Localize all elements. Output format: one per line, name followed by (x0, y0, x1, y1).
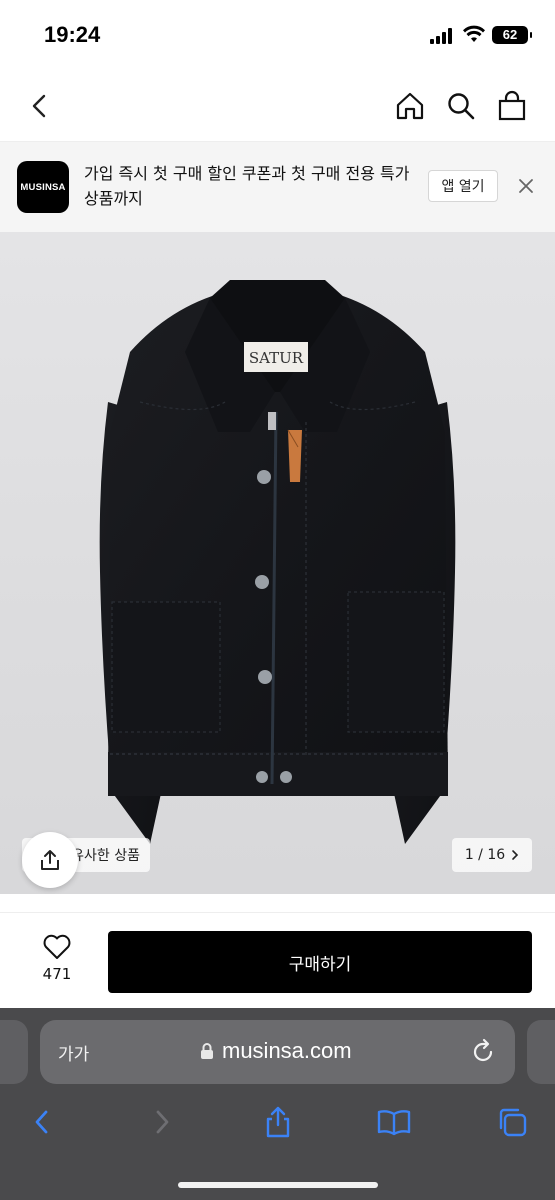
status-time: 19:24 (44, 22, 101, 47)
cellular-signal-icon (430, 28, 456, 44)
address-bar[interactable]: 가가 musinsa.com (40, 1020, 515, 1084)
previous-tab-handle[interactable] (0, 1020, 28, 1084)
banner-message: 가입 즉시 첫 구매 할인 쿠폰과 첫 구매 전용 특가 상품까지 (84, 164, 410, 208)
share-sheet-icon[interactable] (256, 1100, 300, 1144)
app-install-banner: MUSINSA 가입 즉시 첫 구매 할인 쿠폰과 첫 구매 전용 특가 상품까… (0, 142, 555, 232)
browser-bottom-bar: 가가 musinsa.com (0, 1008, 555, 1200)
page-indicator-text: 1 / 16 (464, 847, 506, 863)
next-tab-handle[interactable] (527, 1020, 555, 1084)
forward-icon[interactable] (140, 1100, 184, 1144)
status-bar: 19:24 62 (0, 0, 555, 70)
url-display[interactable]: musinsa.com (200, 1038, 352, 1064)
product-image-carousel[interactable]: SATUR 유사한 상품 1 / 16 (0, 232, 555, 894)
share-icon[interactable] (22, 832, 78, 888)
brand-label-text: SATUR (249, 349, 304, 367)
purchase-action-bar: 471 구매하기 (0, 912, 555, 1008)
wifi-icon (463, 25, 485, 42)
product-jacket-image: SATUR (99, 280, 456, 844)
tabs-icon[interactable] (490, 1100, 534, 1144)
like-button[interactable]: 471 (30, 933, 84, 993)
lock-icon (201, 1043, 213, 1059)
bookmarks-icon[interactable] (372, 1100, 416, 1144)
musinsa-logo: MUSINSA (17, 161, 69, 213)
buy-button[interactable]: 구매하기 (108, 931, 532, 993)
back-icon[interactable] (20, 1100, 64, 1144)
nav-bar (0, 70, 555, 142)
battery-icon: 62 (492, 26, 532, 44)
like-count: 471 (42, 965, 72, 983)
url-text: musinsa.com (222, 1038, 352, 1063)
reload-icon[interactable] (469, 1038, 497, 1066)
reader-settings-button[interactable]: 가가 (58, 1040, 89, 1065)
shopping-bag-icon[interactable] (492, 86, 532, 126)
home-icon[interactable] (390, 86, 430, 126)
image-page-indicator[interactable]: 1 / 16 (452, 838, 532, 872)
search-icon[interactable] (441, 86, 481, 126)
home-indicator (178, 1182, 378, 1188)
heart-icon (43, 934, 71, 959)
chevron-left-icon[interactable] (20, 86, 60, 126)
open-app-button[interactable]: 앱 열기 (428, 170, 498, 202)
close-icon[interactable] (512, 172, 540, 200)
chevron-right-icon (512, 850, 519, 860)
